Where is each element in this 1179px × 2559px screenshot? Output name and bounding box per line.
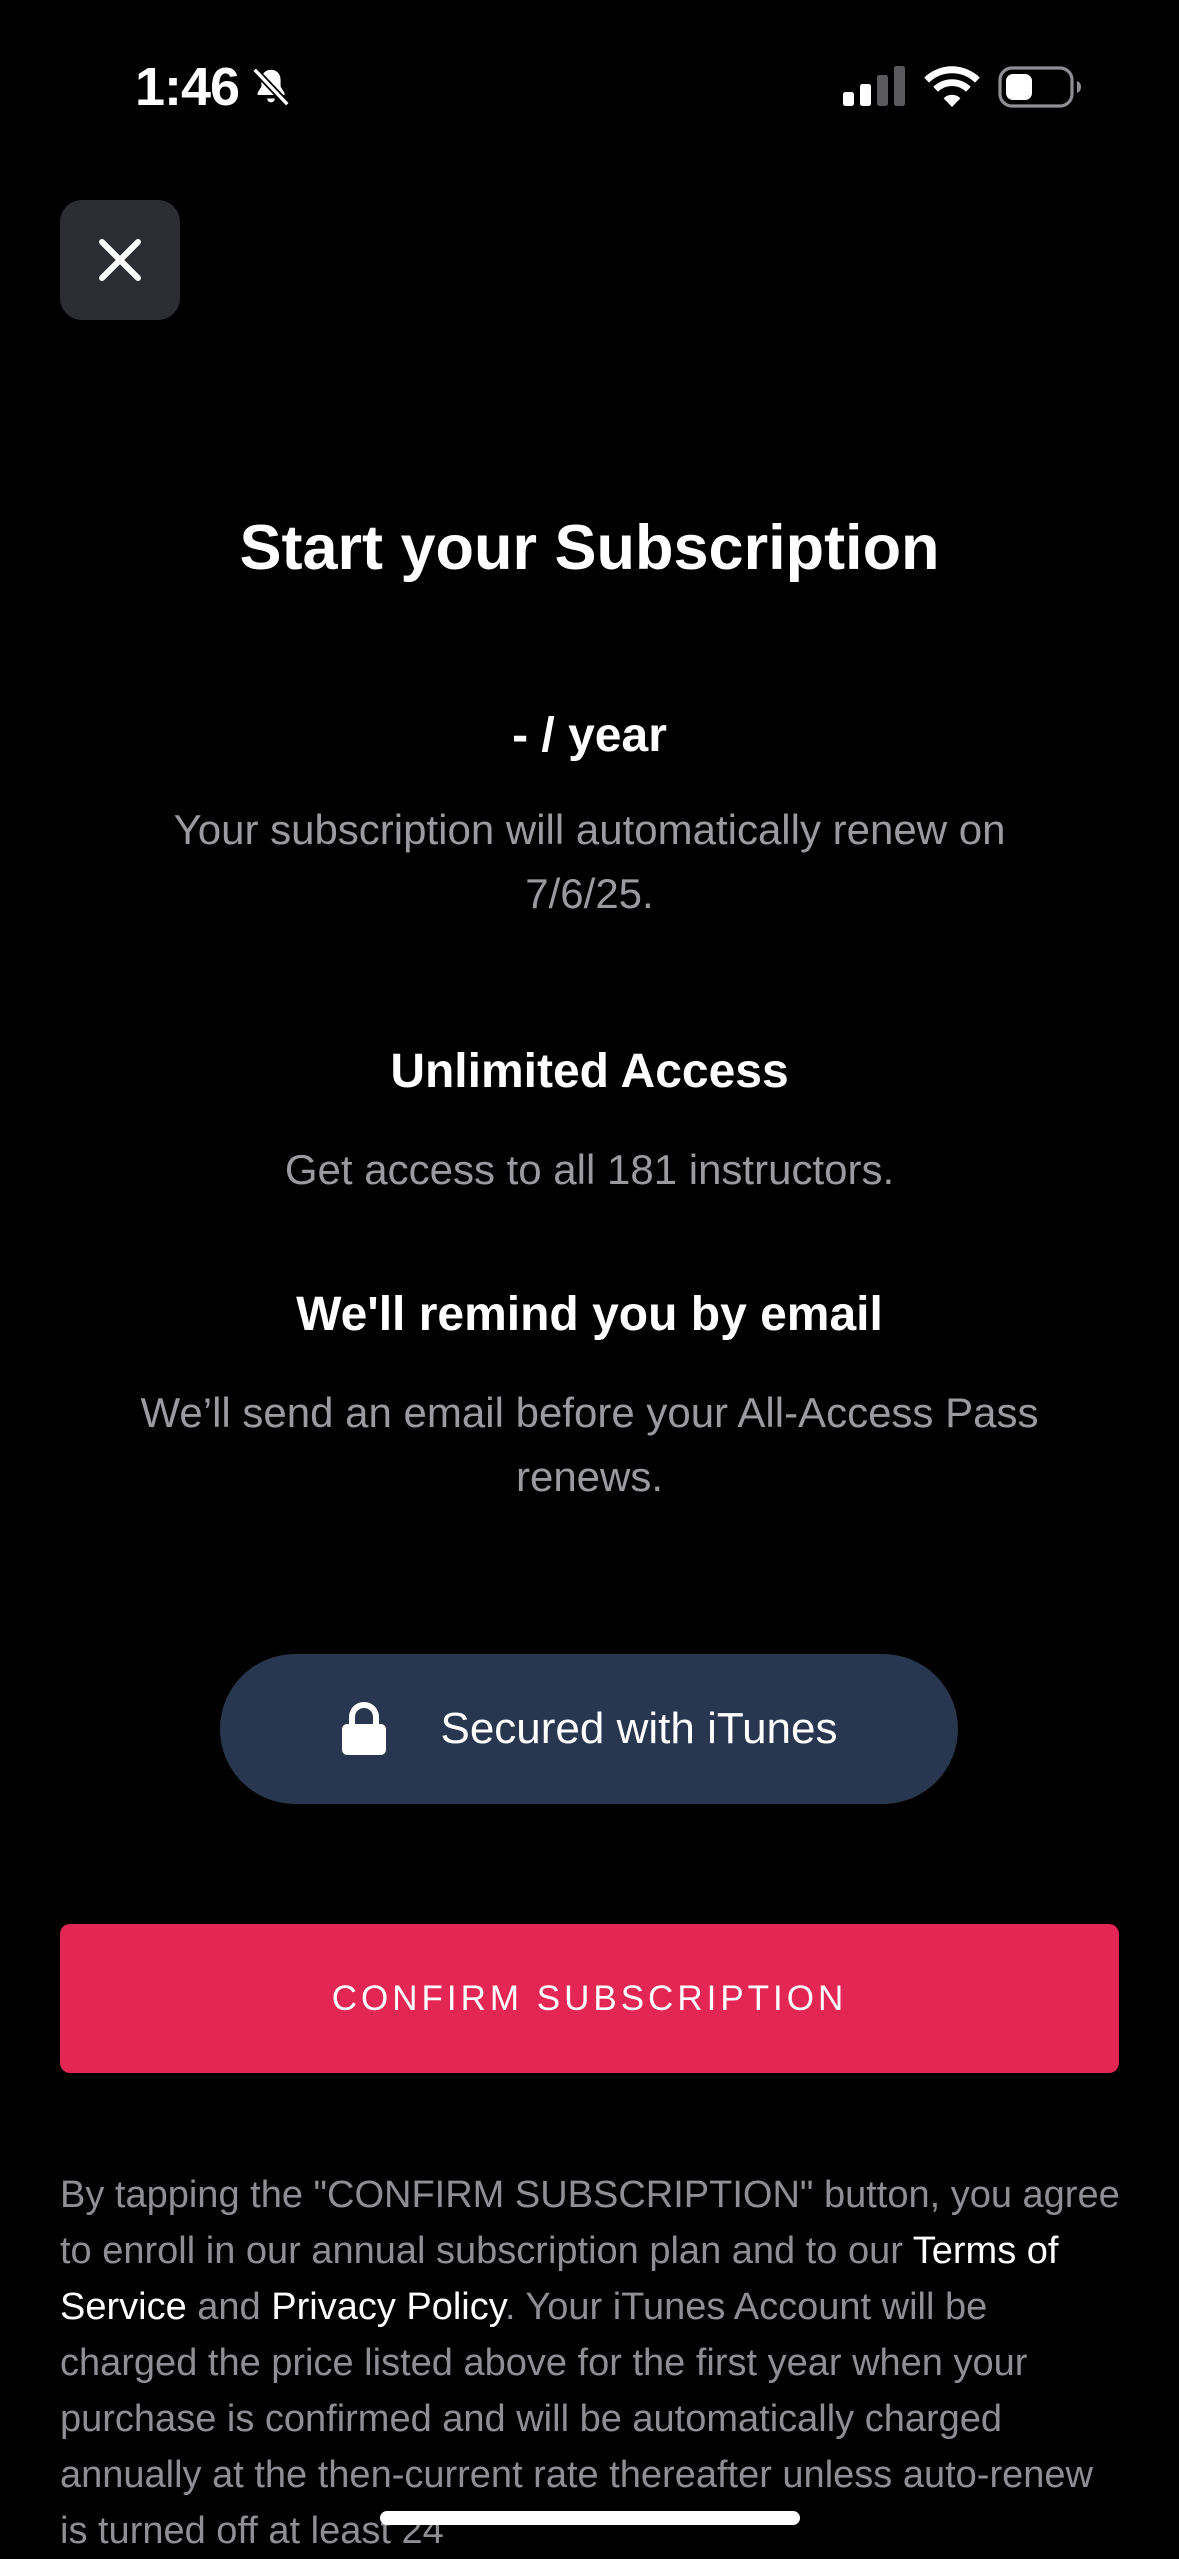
close-icon: [99, 239, 141, 281]
secured-with-itunes-badge: Secured with iTunes: [220, 1654, 958, 1804]
plan-price: - / year: [512, 709, 667, 762]
legal-text-and: and: [186, 2286, 272, 2328]
bell-slash-icon: [252, 67, 290, 107]
feature-title-unlimited-access: Unlimited Access: [390, 1045, 789, 1098]
battery-icon: [998, 66, 1081, 108]
status-time: 1:46: [135, 57, 240, 117]
renew-description: Your subscription will automatically ren…: [173, 806, 1006, 917]
cellular-signal-icon: [843, 66, 905, 106]
lock-icon: [342, 1702, 387, 1755]
home-indicator[interactable]: [380, 2511, 800, 2525]
legal-disclaimer: By tapping the "CONFIRM SUBSCRIPTION" bu…: [60, 2167, 1125, 2559]
feature-description-unlimited-access: Get access to all 181 instructors.: [284, 1146, 895, 1193]
feature-title-email-reminder: We'll remind you by email: [296, 1288, 883, 1341]
feature-description-email-reminder: We’ll send an email before your All-Acce…: [140, 1389, 1039, 1500]
secured-label: Secured with iTunes: [440, 1704, 838, 1753]
wifi-icon: [924, 66, 980, 107]
privacy-policy-link[interactable]: Privacy Policy: [271, 2286, 505, 2328]
close-button[interactable]: [60, 200, 180, 320]
confirm-subscription-button[interactable]: CONFIRM SUBSCRIPTION: [60, 1924, 1119, 2073]
page-title: Start your Subscription: [239, 513, 940, 583]
